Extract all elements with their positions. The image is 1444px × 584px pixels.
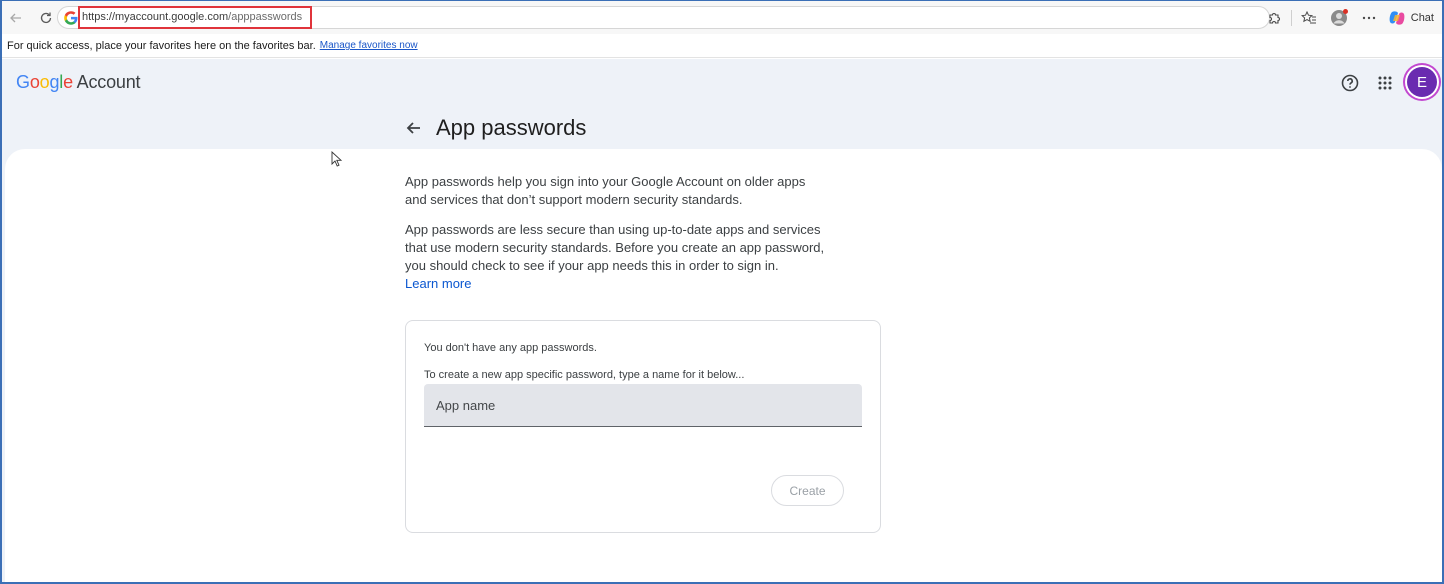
description-paragraph-1: App passwords help you sign into your Go… bbox=[405, 174, 806, 207]
page-title-row: App passwords bbox=[404, 115, 586, 141]
google-account-header: Google Account E bbox=[2, 59, 1442, 107]
url-host: https://myaccount.google.com bbox=[82, 11, 229, 23]
content-card: App passwords help you sign into your Go… bbox=[5, 149, 1442, 582]
account-avatar[interactable]: E bbox=[1407, 67, 1437, 97]
copilot-chat-button[interactable]: Chat bbox=[1384, 9, 1442, 27]
toolbar-right-actions: Chat bbox=[1259, 1, 1442, 34]
arrow-left-icon bbox=[406, 122, 420, 134]
description-paragraph-2: App passwords are less secure than using… bbox=[405, 221, 825, 293]
refresh-icon bbox=[40, 12, 52, 23]
refresh-button[interactable] bbox=[35, 7, 57, 29]
brand-letter: e bbox=[63, 72, 73, 92]
brand-letter: o bbox=[29, 72, 40, 92]
create-hint-text: To create a new app specific password, t… bbox=[424, 369, 745, 381]
copilot-icon bbox=[1389, 10, 1405, 25]
more-button[interactable] bbox=[1354, 3, 1384, 33]
brand-suffix: Account bbox=[72, 72, 141, 92]
back-arrow-icon bbox=[10, 13, 21, 22]
notification-dot bbox=[1342, 8, 1348, 14]
google-account-logo[interactable]: Google Account bbox=[16, 72, 141, 93]
page-title: App passwords bbox=[436, 115, 587, 140]
app-name-input[interactable] bbox=[424, 384, 862, 427]
extensions-button[interactable] bbox=[1259, 3, 1289, 33]
browser-toolbar: https://myaccount.google.com/apppassword… bbox=[2, 1, 1442, 34]
favorites-bar: For quick access, place your favorites h… bbox=[2, 34, 1442, 58]
chat-label: Chat bbox=[1410, 11, 1434, 24]
app-passwords-panel: You don't have any app passwords. To cre… bbox=[405, 320, 881, 533]
learn-more-link[interactable]: Learn more bbox=[405, 275, 825, 293]
cursor-icon bbox=[331, 151, 343, 167]
address-bar[interactable]: https://myaccount.google.com/apppassword… bbox=[57, 6, 1270, 29]
browser-window: https://myaccount.google.com/apppassword… bbox=[0, 0, 1444, 584]
favorites-icon bbox=[1300, 10, 1316, 23]
google-apps-button[interactable] bbox=[1373, 71, 1397, 95]
apps-grid-icon bbox=[1378, 76, 1392, 90]
more-icon bbox=[1362, 16, 1375, 19]
help-button[interactable] bbox=[1338, 71, 1362, 95]
url-text[interactable]: https://myaccount.google.com/apppassword… bbox=[82, 11, 302, 23]
description-text-2: App passwords are less secure than using… bbox=[405, 222, 825, 273]
back-button[interactable] bbox=[5, 7, 27, 29]
empty-state-message: You don't have any app passwords. bbox=[424, 342, 597, 354]
google-account-page: Google Account E App passwords App passw… bbox=[2, 59, 1442, 582]
manage-favorites-link[interactable]: Manage favorites now bbox=[320, 40, 418, 51]
back-nav-button[interactable] bbox=[404, 118, 424, 138]
url-path: /apppasswords bbox=[228, 11, 303, 23]
favorites-message: For quick access, place your favorites h… bbox=[7, 39, 316, 52]
create-button[interactable]: Create bbox=[771, 475, 844, 506]
brand-letter: g bbox=[49, 72, 60, 92]
toolbar-divider bbox=[1290, 9, 1292, 26]
google-g-icon bbox=[64, 11, 78, 25]
avatar-initial: E bbox=[1416, 73, 1427, 91]
help-icon bbox=[1341, 74, 1359, 92]
extensions-icon bbox=[1269, 12, 1280, 24]
profile-button[interactable] bbox=[1324, 3, 1354, 33]
brand-letter: o bbox=[39, 72, 50, 92]
favorites-button[interactable] bbox=[1294, 3, 1324, 33]
brand-letter: G bbox=[16, 72, 30, 92]
